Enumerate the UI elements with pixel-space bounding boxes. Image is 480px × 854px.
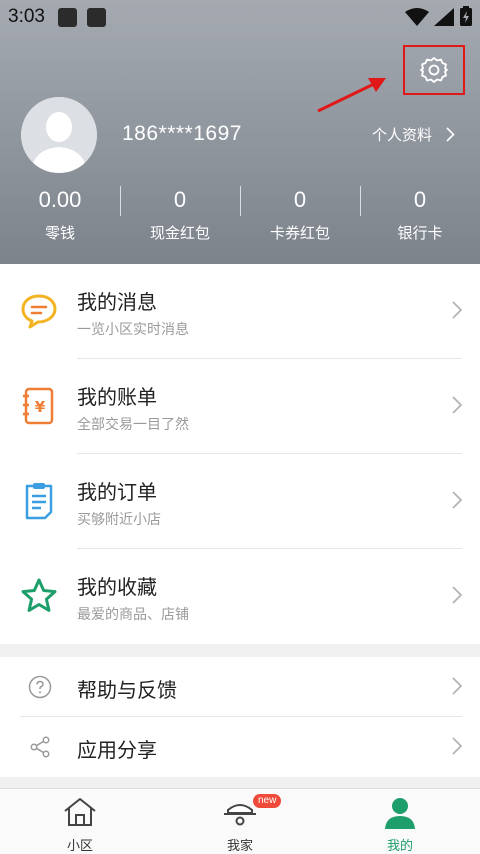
- chevron-right-icon: [452, 301, 462, 319]
- stat-bank-card[interactable]: 0 银行卡: [360, 182, 480, 252]
- menu-item-bills[interactable]: ¥ 我的账单 全部交易一目了然: [0, 359, 480, 454]
- settings-button[interactable]: [403, 45, 465, 95]
- profile-details-link[interactable]: 个人资料: [372, 124, 455, 145]
- menu-item-share-app[interactable]: 应用分享: [0, 717, 480, 777]
- menu-item-title: 我的账单: [77, 385, 157, 409]
- notification-icon: [58, 8, 77, 27]
- notification-icon: [87, 8, 106, 27]
- annotation-arrow: [317, 78, 386, 113]
- tab-my-home[interactable]: new 我家: [160, 789, 320, 854]
- bottom-tab-bar: 小区 new 我家 我的: [0, 788, 480, 854]
- person-icon: [385, 798, 415, 829]
- user-phone: 186****1697: [122, 122, 242, 145]
- stat-value: 0: [293, 187, 307, 212]
- menu-item-messages[interactable]: 我的消息 一览小区实时消息: [0, 264, 480, 359]
- menu-item-title: 我的收藏: [77, 575, 157, 599]
- message-icon: [19, 291, 59, 331]
- status-bar: 3:03: [0, 0, 480, 34]
- svg-text:¥: ¥: [35, 398, 46, 416]
- profile-header: 3:03 186****1697 个人资料 0.00 零钱 0 现金红包 0 卡…: [0, 0, 480, 264]
- tab-label: 我的: [386, 839, 413, 854]
- tab-label: 我家: [226, 839, 253, 854]
- menu-item-subtitle: 最爱的商品、店铺: [77, 607, 189, 623]
- my-profile-page: 3:03 186****1697 个人资料 0.00 零钱 0 现金红包 0 卡…: [0, 0, 480, 854]
- stat-label: 卡券红包: [269, 224, 330, 242]
- stat-label: 现金红包: [149, 224, 210, 242]
- new-badge: new: [253, 794, 282, 808]
- default-avatar-icon: [21, 97, 97, 173]
- menu-item-favorites[interactable]: 我的收藏 最爱的商品、店铺: [0, 549, 480, 644]
- stat-change[interactable]: 0.00 零钱: [0, 182, 120, 252]
- tab-community[interactable]: 小区: [0, 789, 160, 854]
- status-time: 3:03: [8, 6, 45, 27]
- stat-label: 银行卡: [397, 224, 443, 242]
- stat-cash-red-packet[interactable]: 0 现金红包: [120, 182, 240, 252]
- menu-item-subtitle: 一览小区实时消息: [77, 322, 189, 338]
- avatar[interactable]: [21, 97, 97, 173]
- menu-item-title: 帮助与反馈: [77, 678, 177, 702]
- menu-item-title: 应用分享: [77, 738, 157, 762]
- profile-link-label: 个人资料: [372, 126, 433, 144]
- wifi-icon: [405, 8, 429, 26]
- bill-icon: ¥: [19, 386, 59, 426]
- main-menu: 我的消息 一览小区实时消息 ¥ 我的账单 全部交易一目了然 我的订单 买够附近小…: [0, 264, 480, 644]
- chevron-right-icon: [452, 677, 462, 695]
- wallet-stats: 0.00 零钱 0 现金红包 0 卡券红包 0 银行卡: [0, 182, 480, 252]
- chevron-right-icon: [452, 586, 462, 604]
- secondary-menu: 帮助与反馈 应用分享: [0, 657, 480, 777]
- gear-icon: [420, 57, 448, 83]
- menu-item-help-feedback[interactable]: 帮助与反馈: [0, 657, 480, 717]
- stat-label: 零钱: [44, 224, 75, 242]
- star-icon: [19, 576, 59, 616]
- signal-icon: [434, 8, 454, 26]
- stat-value: 0: [173, 187, 187, 212]
- battery-icon: [460, 6, 472, 26]
- menu-item-orders[interactable]: 我的订单 买够附近小店: [0, 454, 480, 549]
- chevron-right-icon: [452, 737, 462, 755]
- chevron-right-icon: [446, 127, 455, 142]
- stat-value: 0: [413, 187, 427, 212]
- menu-item-title: 我的消息: [77, 290, 157, 314]
- chevron-right-icon: [452, 396, 462, 414]
- stat-value: 0.00: [38, 187, 82, 212]
- share-icon: [28, 735, 52, 759]
- menu-item-title: 我的订单: [77, 480, 157, 504]
- stat-coupon-red-packet[interactable]: 0 卡券红包: [240, 182, 360, 252]
- tab-label: 小区: [66, 839, 93, 854]
- tab-mine[interactable]: 我的: [320, 789, 480, 854]
- order-icon: [19, 481, 59, 521]
- menu-item-subtitle: 买够附近小店: [77, 512, 161, 528]
- chevron-right-icon: [452, 491, 462, 509]
- home-icon: [64, 798, 96, 826]
- menu-item-subtitle: 全部交易一目了然: [77, 417, 189, 433]
- help-icon: [28, 675, 52, 699]
